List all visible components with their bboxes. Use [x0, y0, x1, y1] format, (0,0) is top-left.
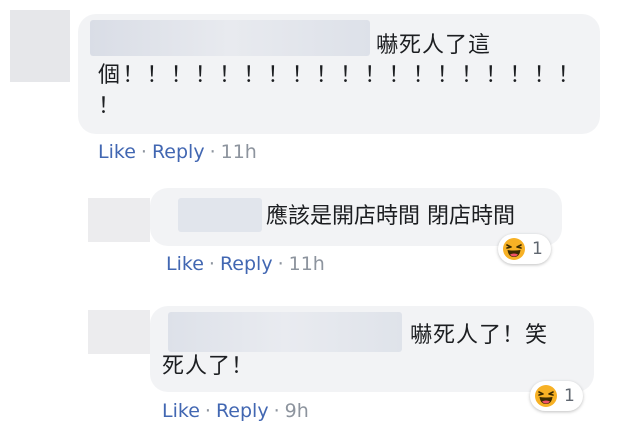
laughing-emoji-icon: [535, 385, 557, 407]
comment-actions: Like · Reply · 11h: [166, 253, 325, 275]
comment-actions: Like · Reply · 9h: [162, 400, 309, 422]
comment-text: 嚇死人了這: [376, 33, 492, 58]
reaction-badge[interactable]: 1: [498, 234, 551, 264]
laughing-emoji-icon: [503, 238, 525, 260]
timestamp[interactable]: 11h: [221, 141, 257, 163]
reaction-count: 1: [532, 239, 543, 259]
like-link[interactable]: Like: [166, 253, 204, 275]
author-name-redacted[interactable]: [178, 198, 262, 232]
reply-link[interactable]: Reply: [220, 253, 273, 275]
comment-text: 個！！！！！！！！！！！！！！！！！！！: [98, 63, 583, 88]
comment-text: 嚇死人了！笑: [410, 323, 549, 348]
like-link[interactable]: Like: [162, 400, 200, 422]
avatar[interactable]: [88, 310, 150, 354]
reaction-count: 1: [564, 386, 575, 406]
author-name-redacted[interactable]: [90, 20, 370, 56]
comment-text: 應該是開店時間 閉店時間: [266, 204, 515, 229]
comment-actions: Like · Reply · 11h: [98, 141, 257, 163]
reaction-badge[interactable]: 1: [530, 381, 583, 411]
timestamp[interactable]: 9h: [285, 400, 309, 422]
comment-text: ！: [98, 94, 122, 119]
avatar[interactable]: [88, 198, 150, 242]
reply-link[interactable]: Reply: [216, 400, 269, 422]
reply-link[interactable]: Reply: [152, 141, 205, 163]
timestamp[interactable]: 11h: [289, 253, 325, 275]
avatar[interactable]: [10, 10, 70, 82]
author-name-redacted[interactable]: [168, 312, 402, 352]
comment-text: 死人了！: [162, 354, 255, 379]
like-link[interactable]: Like: [98, 141, 136, 163]
